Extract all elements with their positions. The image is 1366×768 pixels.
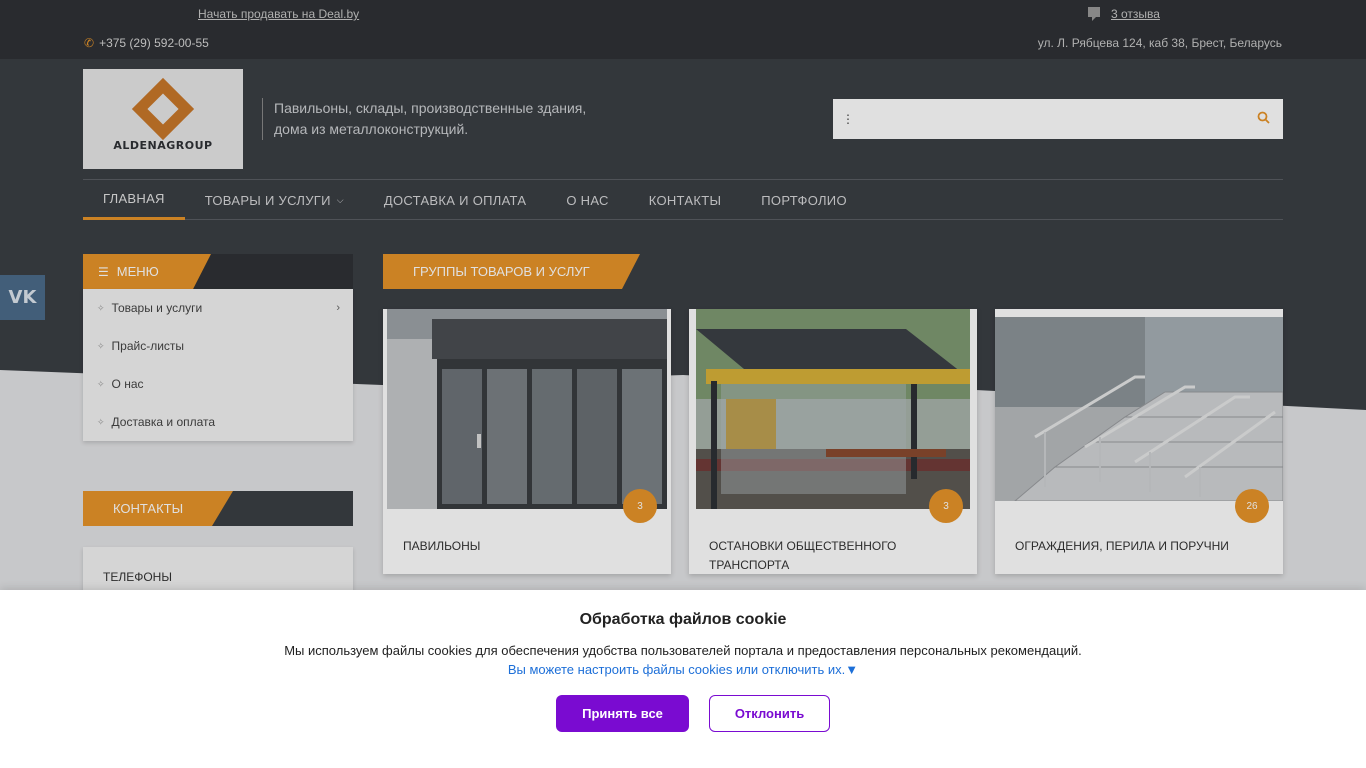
sidebar-menu: ✧ Товары и услуги › ✧ Прайс-листы ✧ О на… — [83, 289, 353, 441]
nav-item-products[interactable]: Товары и услуги ⌵ — [185, 180, 364, 220]
contacts-title: Контакты — [83, 491, 233, 526]
sidebar-item-label: О нас — [111, 377, 144, 391]
sidebar-item-label: Доставка и оплата — [111, 415, 216, 429]
cookie-settings-link[interactable]: Вы можете настроить файлы cookies или от… — [0, 662, 1366, 677]
nav-item-home[interactable]: Главная — [83, 180, 185, 220]
count-badge: 3 — [929, 489, 963, 523]
nav-item-label: Товары и услуги — [204, 192, 331, 208]
card-title[interactable]: Павильоны — [403, 537, 653, 556]
chevron-down-icon: ⌵ — [336, 194, 344, 205]
cookie-banner: Обработка файлов cookie Мы используем фа… — [0, 590, 1366, 768]
bullet-icon: ✧ — [97, 378, 105, 389]
card-image[interactable] — [696, 309, 970, 509]
card-image[interactable] — [995, 317, 1283, 501]
nav-item-contacts[interactable]: Контакты — [629, 180, 742, 220]
search-icon[interactable] — [1243, 111, 1283, 127]
sidebar-item-delivery[interactable]: ✧ Доставка и оплата — [83, 403, 353, 441]
menu-header: ☰ Меню — [83, 254, 353, 289]
menu-icon: ☰ — [98, 264, 109, 279]
count-badge: 26 — [1235, 489, 1269, 523]
cookie-description: Мы используем файлы cookies для обеспече… — [284, 643, 1082, 658]
bullet-icon: ✧ — [97, 302, 105, 313]
main-nav: Главная Товары и услуги ⌵ Доставка и опл… — [83, 179, 1283, 220]
bullet-icon: ✧ — [97, 340, 105, 351]
accept-all-button[interactable]: Принять все — [556, 695, 689, 732]
groups-title: Группы товаров и услуг — [383, 254, 640, 289]
cookie-title: Обработка файлов cookie — [579, 611, 787, 628]
card-title[interactable]: Ограждения, перила и поручни — [1015, 537, 1265, 556]
vk-icon[interactable]: VK — [0, 275, 45, 320]
phone-text: +375 (29) 592-00-55 — [99, 36, 209, 50]
search-input[interactable] — [863, 99, 1243, 139]
phones-label: Телефоны — [103, 570, 172, 584]
phone-number[interactable]: ✆ +375 (29) 592-00-55 — [84, 36, 209, 50]
phone-icon: ✆ — [84, 36, 95, 50]
reviews-count: 3 отзыва — [1111, 7, 1160, 21]
group-card-bus-stops[interactable]: 3 Остановки общественного транспорта — [689, 309, 977, 574]
chevron-right-icon: › — [336, 302, 340, 314]
group-card-railings[interactable]: 26 Ограждения, перила и поручни — [995, 309, 1283, 574]
nav-item-about[interactable]: О нас — [546, 180, 628, 220]
comment-icon — [1088, 7, 1100, 21]
sidebar-item-about[interactable]: ✧ О нас — [83, 365, 353, 403]
search-menu-icon[interactable]: ⋮ — [833, 112, 863, 126]
tagline: Павильоны, склады, производственные здан… — [262, 98, 622, 140]
menu-title: Меню — [116, 264, 159, 279]
nav-item-portfolio[interactable]: Портфолио — [741, 180, 867, 220]
nav-item-delivery[interactable]: Доставка и оплата — [364, 180, 546, 220]
sidebar-item-products[interactable]: ✧ Товары и услуги › — [83, 289, 353, 327]
sidebar-item-price-lists[interactable]: ✧ Прайс-листы — [83, 327, 353, 365]
start-selling-link[interactable]: Начать продавать на Deal.by — [198, 7, 359, 21]
logo[interactable]: ALDENAGROUP — [83, 69, 243, 169]
bullet-icon: ✧ — [97, 416, 105, 427]
sidebar-item-label: Прайс-листы — [111, 339, 185, 353]
contacts-header: Контакты — [83, 491, 353, 526]
search-bar[interactable]: ⋮ — [833, 99, 1283, 139]
card-title[interactable]: Остановки общественного транспорта — [709, 537, 959, 575]
logo-text: ALDENAGROUP — [113, 138, 213, 152]
logo-icon — [131, 77, 195, 140]
sidebar-item-label: Товары и услуги — [111, 301, 203, 315]
menu-title-tab: ☰ Меню — [83, 254, 211, 289]
reviews-link[interactable]: 3 отзыва — [1087, 6, 1160, 22]
address: ул. Л. Рябцева 124, каб 38, Брест, Белар… — [1037, 36, 1282, 50]
card-image[interactable] — [387, 309, 667, 509]
decline-button[interactable]: Отклонить — [709, 695, 830, 732]
count-badge: 3 — [623, 489, 657, 523]
group-card-pavilions[interactable]: 3 Павильоны — [383, 309, 671, 574]
top-bar: Начать продавать на Deal.by 3 отзыва ✆ +… — [0, 0, 1366, 59]
